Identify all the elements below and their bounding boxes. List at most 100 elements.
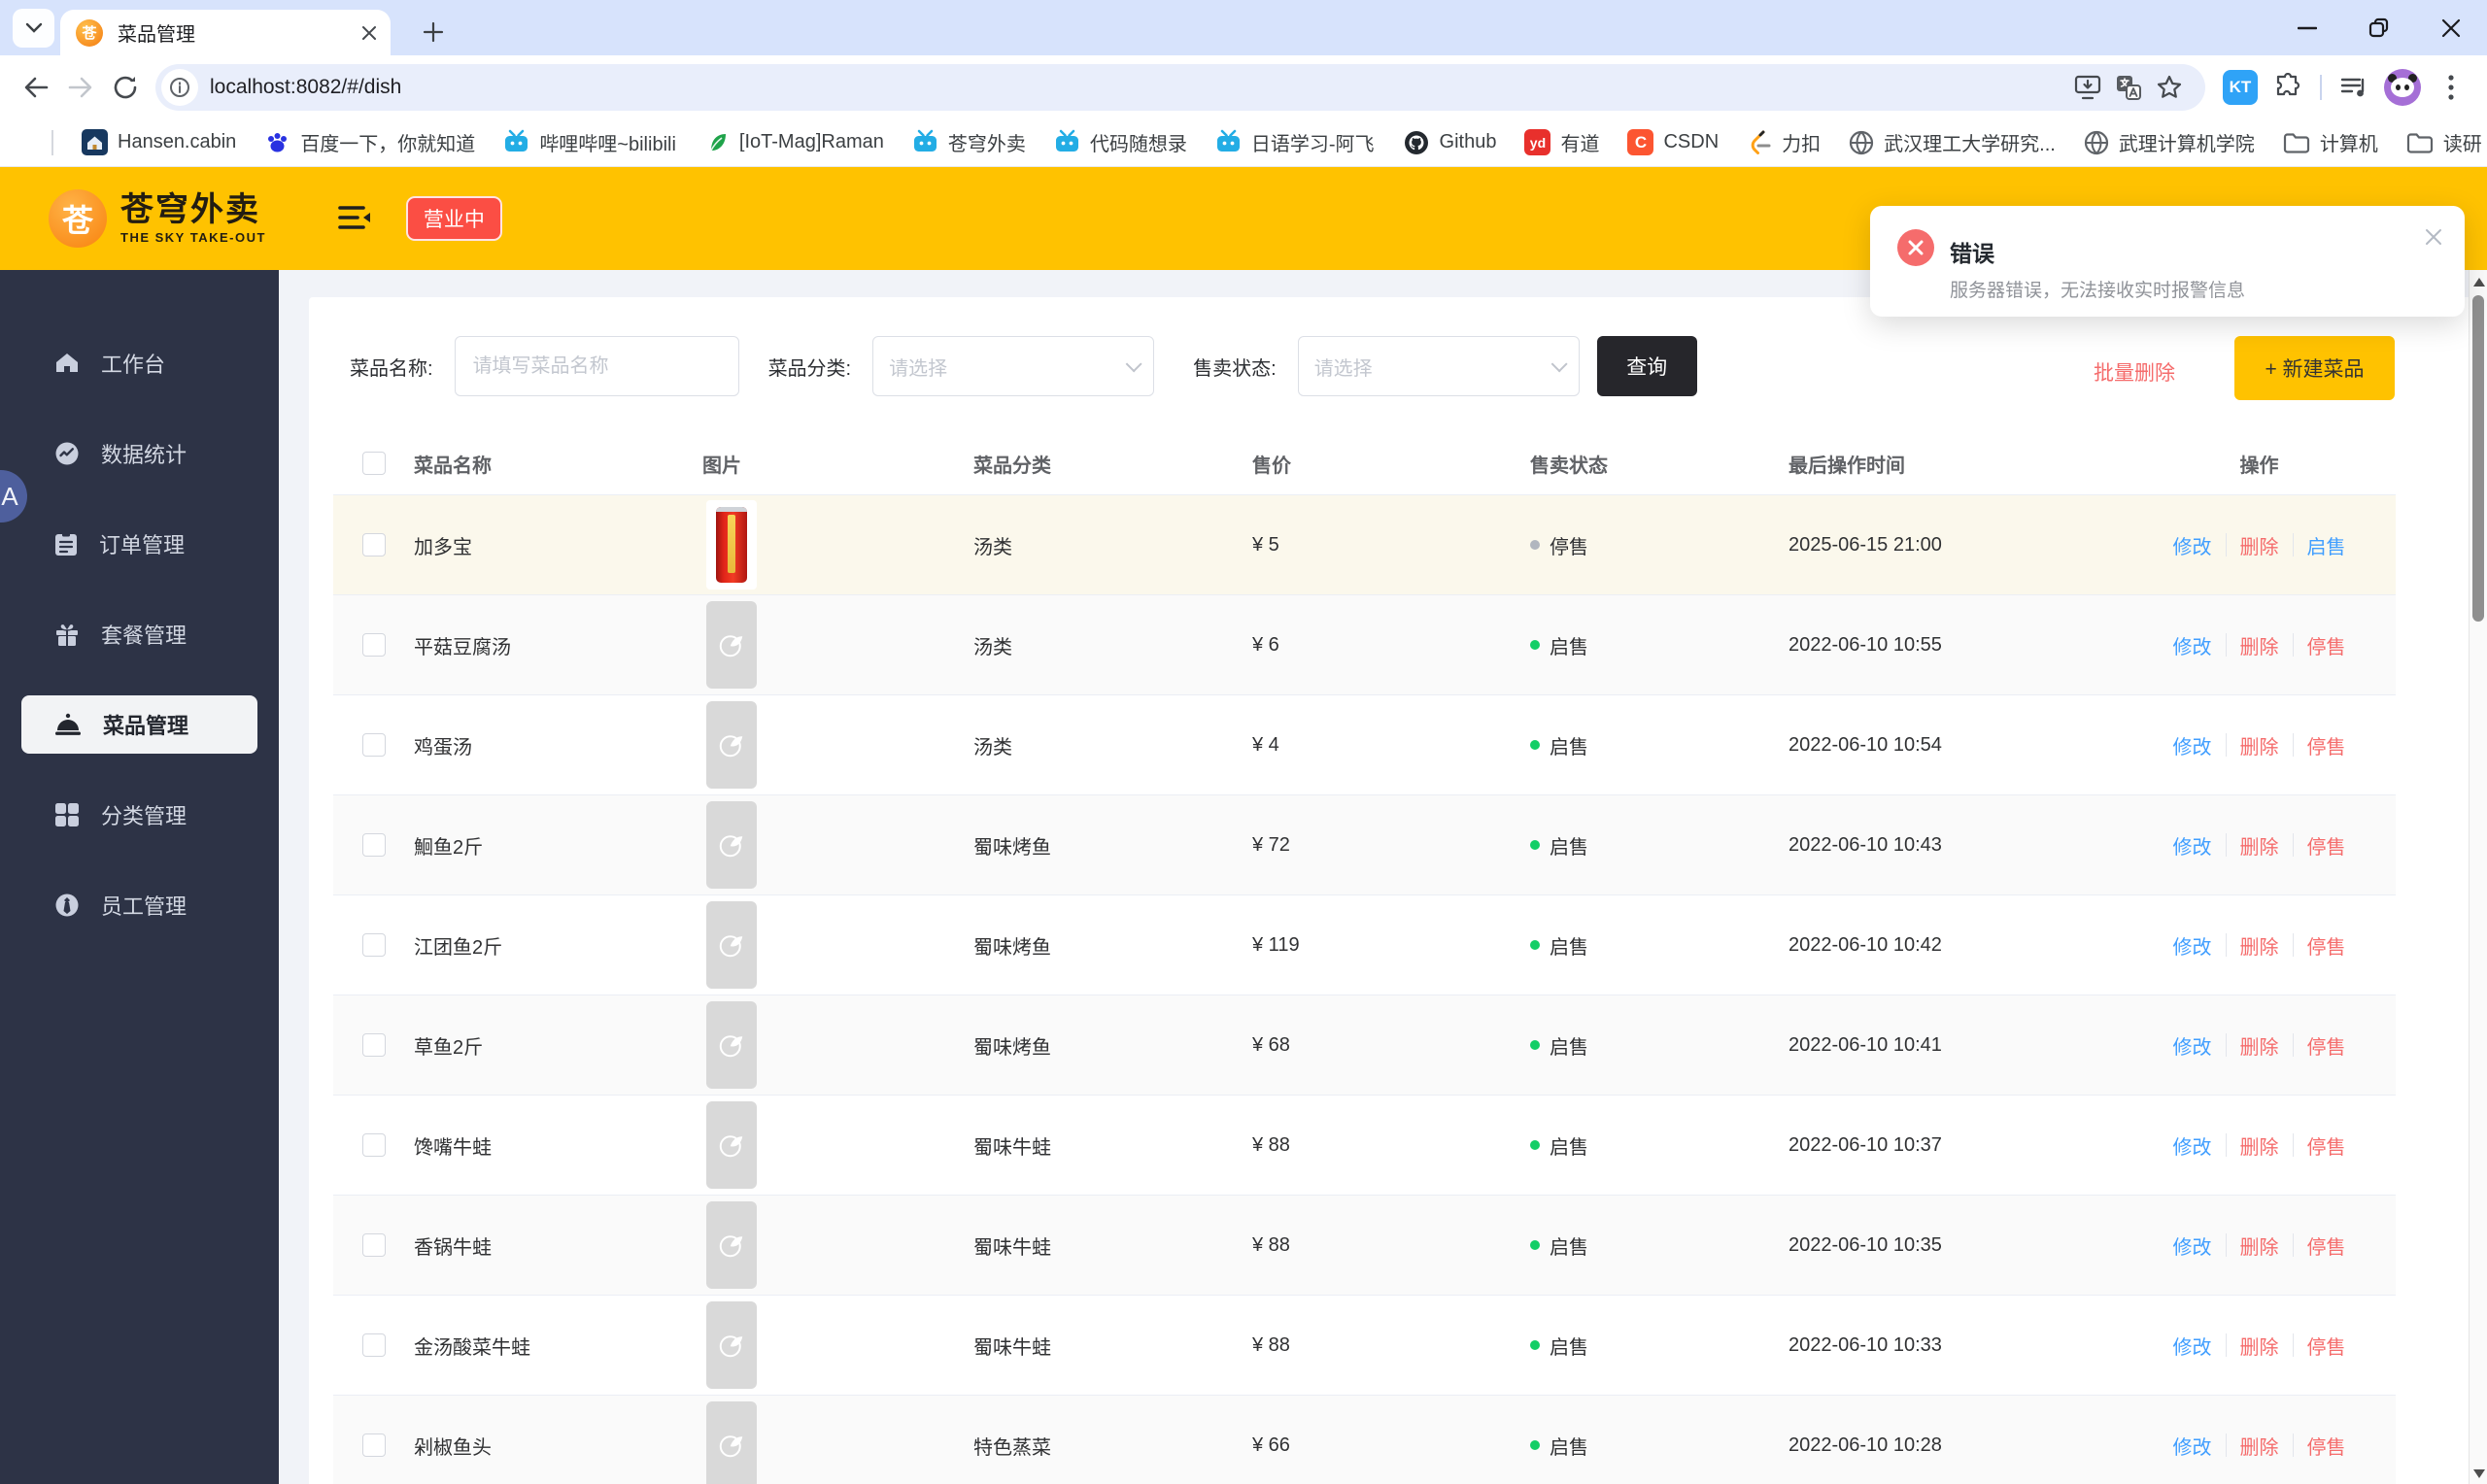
select-all-checkbox[interactable] (361, 452, 386, 475)
tab-search-button[interactable] (13, 8, 54, 48)
bookmark-sky-takeout[interactable]: 苍穹外卖 (912, 128, 1026, 156)
window-restore-button[interactable] (2343, 0, 2415, 55)
tab-close-icon[interactable] (361, 25, 377, 41)
start-sale-link[interactable]: 启售 (2307, 531, 2346, 559)
stop-sale-link[interactable]: 停售 (2307, 1131, 2346, 1160)
edit-link[interactable]: 修改 (2173, 1031, 2212, 1060)
query-button[interactable]: 查询 (1596, 336, 1697, 396)
edit-link[interactable]: 修改 (2173, 531, 2212, 559)
bookmark-folder-graduate[interactable]: 读研 (2406, 128, 2482, 156)
row-checkbox[interactable] (361, 733, 386, 757)
stop-sale-link[interactable]: 停售 (2307, 1031, 2346, 1060)
stop-sale-link[interactable]: 停售 (2307, 1332, 2346, 1360)
page-scrollbar[interactable] (2469, 270, 2487, 1484)
site-info-chip[interactable] (161, 68, 198, 106)
bookmark-csdn[interactable]: C CSDN (1627, 129, 1719, 155)
delete-link[interactable]: 删除 (2240, 531, 2279, 559)
edit-link[interactable]: 修改 (2173, 831, 2212, 860)
kt-extension-icon[interactable]: KT (2223, 69, 2258, 105)
reload-button[interactable] (103, 65, 148, 110)
stop-sale-link[interactable]: 停售 (2307, 631, 2346, 659)
stop-sale-link[interactable]: 停售 (2307, 931, 2346, 960)
line-chart-icon (55, 442, 79, 465)
bookmark-iot-mag-raman[interactable]: [IoT-Mag]Raman (704, 130, 884, 155)
stop-sale-link[interactable]: 停售 (2307, 1231, 2346, 1260)
delete-link[interactable]: 删除 (2240, 1432, 2279, 1460)
bookmark-leetcode[interactable]: 力扣 (1747, 128, 1821, 156)
row-checkbox[interactable] (361, 1333, 386, 1357)
row-checkbox[interactable] (361, 533, 386, 556)
scrollbar-thumb[interactable] (2472, 295, 2484, 622)
delete-link[interactable]: 删除 (2240, 731, 2279, 759)
edit-link[interactable]: 修改 (2173, 1231, 2212, 1260)
browser-tab[interactable]: 苍 菜品管理 (60, 10, 391, 55)
dish-category-select[interactable]: 请选择 (872, 336, 1155, 396)
translate-button[interactable] (2108, 65, 2149, 110)
sale-status-select[interactable]: 请选择 (1297, 336, 1580, 396)
delete-link[interactable]: 删除 (2240, 1131, 2279, 1160)
sidebar-item-statistics[interactable]: 数据统计 (0, 424, 279, 483)
new-dish-button[interactable]: + 新建菜品 (2234, 336, 2395, 400)
reload-icon (114, 76, 137, 98)
bookmark-riyu-xuexi[interactable]: 日语学习-阿飞 (1215, 128, 1375, 156)
delete-link[interactable]: 删除 (2240, 1332, 2279, 1360)
delete-link[interactable]: 删除 (2240, 931, 2279, 960)
edit-link[interactable]: 修改 (2173, 1131, 2212, 1160)
window-minimize-button[interactable] (2271, 0, 2343, 55)
bookmark-github[interactable]: Github (1403, 129, 1496, 156)
dish-name-input[interactable] (454, 336, 739, 396)
edit-link[interactable]: 修改 (2173, 931, 2212, 960)
delete-link[interactable]: 删除 (2240, 1231, 2279, 1260)
bookmark-folder-computer[interactable]: 计算机 (2283, 128, 2378, 156)
bookmark-bilibili[interactable]: 哔哩哔哩~bilibili (503, 128, 676, 156)
edit-link[interactable]: 修改 (2173, 1332, 2212, 1360)
sidebar-item-employees[interactable]: 员工管理 (0, 876, 279, 934)
sidebar-item-dishes[interactable]: 菜品管理 (21, 695, 257, 754)
row-checkbox[interactable] (361, 1433, 386, 1457)
bilibili-tv-icon (505, 129, 528, 152)
url-text[interactable]: localhost:8082/#/dish (210, 76, 2067, 99)
scroll-down-arrow-icon[interactable] (2473, 1469, 2485, 1478)
row-checkbox[interactable] (361, 1033, 386, 1057)
sidebar-item-workbench[interactable]: 工作台 (0, 334, 279, 392)
install-app-button[interactable] (2067, 65, 2108, 110)
stop-sale-link[interactable]: 停售 (2307, 831, 2346, 860)
reading-list-button[interactable] (2332, 65, 2376, 110)
bookmark-youdao[interactable]: yd 有道 (1524, 128, 1599, 156)
delete-link[interactable]: 删除 (2240, 1031, 2279, 1060)
forward-button[interactable] (58, 65, 103, 110)
row-checkbox[interactable] (361, 1133, 386, 1157)
bookmark-wuli-cs[interactable]: 武理计算机学院 (2084, 128, 2255, 156)
address-bar[interactable]: localhost:8082/#/dish (155, 63, 2205, 111)
window-close-button[interactable] (2415, 0, 2487, 55)
bookmark-hansen-cabin[interactable]: Hansen.cabin (82, 129, 236, 155)
scroll-up-arrow-icon[interactable] (2473, 278, 2485, 287)
delete-link[interactable]: 删除 (2240, 631, 2279, 659)
row-checkbox[interactable] (361, 833, 386, 857)
extensions-button[interactable] (2266, 65, 2310, 110)
delete-link[interactable]: 删除 (2240, 831, 2279, 860)
stop-sale-link[interactable]: 停售 (2307, 1432, 2346, 1460)
sidebar-collapse-button[interactable] (338, 205, 371, 232)
row-checkbox[interactable] (361, 933, 386, 957)
sidebar-item-orders[interactable]: 订单管理 (0, 515, 279, 573)
back-button[interactable] (14, 65, 58, 110)
browser-menu-button[interactable] (2429, 65, 2473, 110)
edit-link[interactable]: 修改 (2173, 1432, 2212, 1460)
new-tab-button[interactable] (413, 12, 454, 52)
row-checkbox[interactable] (361, 633, 386, 657)
edit-link[interactable]: 修改 (2173, 631, 2212, 659)
toast-close-button[interactable] (2424, 227, 2443, 247)
stop-sale-link[interactable]: 停售 (2307, 731, 2346, 759)
profile-avatar[interactable] (2384, 68, 2421, 106)
sidebar-item-set-meal[interactable]: 套餐管理 (0, 605, 279, 663)
edit-link[interactable]: 修改 (2173, 731, 2212, 759)
row-checkbox[interactable] (361, 1233, 386, 1257)
bookmark-daima-suixianglu[interactable]: 代码随想录 (1054, 128, 1187, 156)
bookmark-star-button[interactable] (2149, 65, 2190, 110)
bookmark-whut-graduate[interactable]: 武汉理工大学研究... (1849, 128, 2056, 156)
sidebar-item-categories[interactable]: 分类管理 (0, 786, 279, 844)
batch-delete-link[interactable]: 批量删除 (2094, 357, 2175, 387)
dish-category: 特色蒸菜 (973, 1436, 1051, 1459)
bookmark-baidu[interactable]: 百度一下，你就知道 (264, 128, 475, 156)
